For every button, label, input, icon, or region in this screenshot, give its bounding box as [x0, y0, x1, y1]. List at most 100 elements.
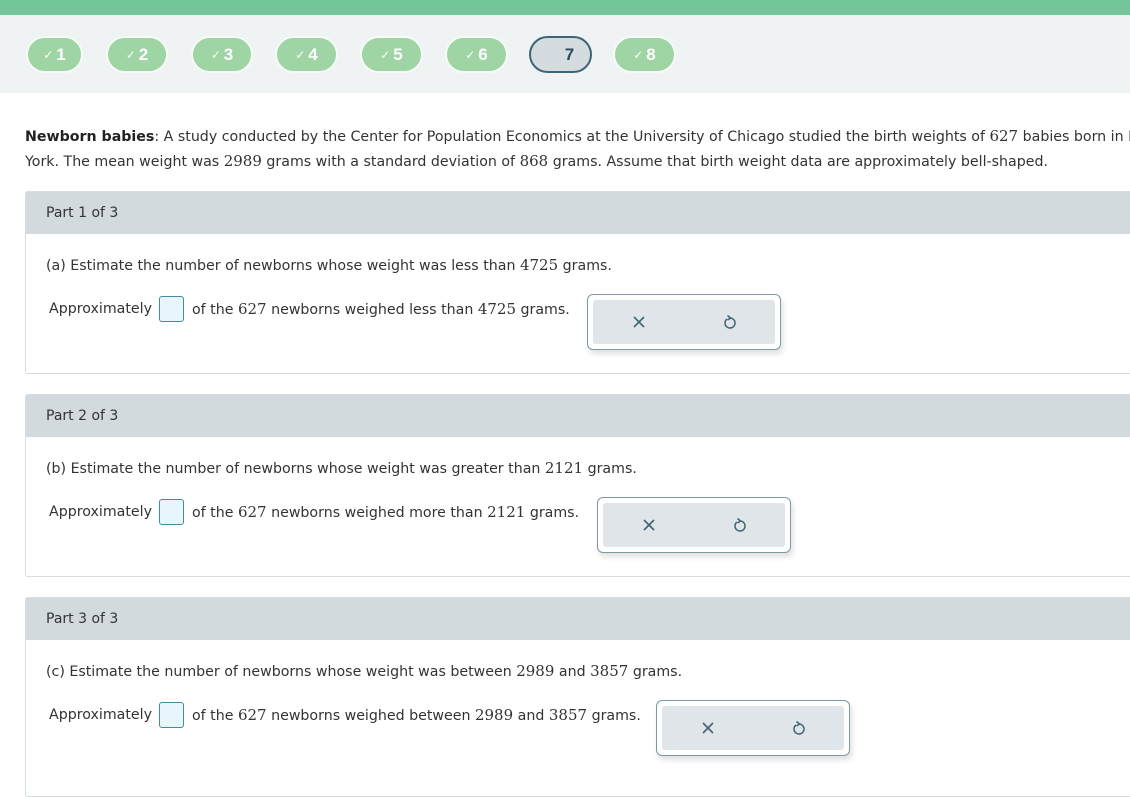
question-fragment: (a) Estimate the number of newborns whos…	[46, 258, 520, 274]
step-label: 5	[393, 44, 403, 64]
check-icon: ✓	[380, 48, 391, 62]
undo-button[interactable]	[720, 510, 760, 540]
question-fragment: (b) Estimate the number of newborns whos…	[46, 461, 545, 477]
answer-tools-inner	[603, 503, 785, 547]
step-8-button[interactable]: ✓ 8	[613, 36, 676, 73]
question-number: 2121	[544, 459, 584, 477]
question-text: (b) Estimate the number of newborns whos…	[46, 459, 637, 477]
step-label: 1	[56, 44, 66, 64]
problem-text: York. The mean weight was	[25, 154, 224, 170]
part-header: Part 1 of 3	[26, 192, 1130, 234]
answer-row: Approximately of the 627 newborns weighe…	[49, 296, 570, 322]
clear-button[interactable]	[629, 510, 669, 540]
close-icon	[701, 722, 714, 734]
problem-statement: Newborn babies: A study conducted by the…	[25, 124, 1130, 174]
part-2-card: Part 2 of 3 (b) Estimate the number of n…	[25, 394, 1130, 577]
answer-number: 627	[237, 300, 267, 318]
answer-fragment: newborns weighed between	[266, 708, 475, 724]
question-text: (c) Estimate the number of newborns whos…	[46, 662, 682, 680]
sample-size: 627	[989, 127, 1019, 145]
problem-line-2: York. The mean weight was 2989 grams wit…	[25, 149, 1130, 174]
question-fragment: grams.	[558, 258, 612, 274]
answer-number: 3857	[548, 706, 588, 724]
step-label: 2	[138, 44, 149, 64]
answer-input[interactable]	[158, 296, 184, 322]
question-fragment: and	[554, 664, 591, 680]
answer-number: 627	[237, 706, 267, 724]
close-icon	[642, 519, 655, 531]
question-number: 4725	[519, 256, 559, 274]
step-label: 7	[564, 44, 575, 64]
answer-fragment: and	[513, 708, 549, 724]
sd-value: 868	[519, 152, 549, 170]
answer-tools-inner	[662, 706, 844, 750]
undo-icon	[733, 517, 746, 532]
answer-input[interactable]	[158, 702, 184, 728]
undo-icon	[723, 314, 736, 329]
answer-input[interactable]	[158, 499, 184, 525]
answer-number: 627	[237, 503, 267, 521]
problem-text: A study conducted by the Center for Popu…	[159, 129, 990, 145]
answer-number: 2989	[474, 706, 514, 724]
answer-fragment: grams.	[525, 505, 580, 521]
question-number: 2989	[516, 662, 555, 680]
step-2-button[interactable]: ✓ 2	[106, 36, 168, 73]
question-fragment: grams.	[628, 664, 683, 680]
clear-button[interactable]	[688, 713, 728, 743]
question-number: 3857	[590, 662, 629, 680]
close-icon	[632, 316, 645, 328]
undo-icon	[792, 720, 805, 735]
problem-text: grams. Assume that birth weight data are…	[548, 154, 1048, 170]
mean-value: 2989	[223, 152, 262, 170]
problem-title: Newborn babies	[25, 129, 155, 145]
step-5-button[interactable]: ✓ 5	[360, 36, 423, 73]
answer-fragment: of the	[191, 302, 238, 318]
step-label: 3	[223, 44, 234, 64]
part-1-card: Part 1 of 3 (a) Estimate the number of n…	[25, 191, 1130, 374]
question-text: (a) Estimate the number of newborns whos…	[46, 256, 612, 274]
step-1-button[interactable]: ✓ 1	[26, 36, 83, 73]
question-fragment: (c) Estimate the number of newborns whos…	[46, 664, 517, 680]
part-header: Part 2 of 3	[26, 395, 1130, 437]
answer-fragment: of the	[191, 708, 238, 724]
check-icon: ✓	[465, 48, 476, 62]
answer-row: Approximately of the 627 newborns weighe…	[49, 702, 641, 728]
check-icon: ✓	[210, 48, 221, 62]
part-3-card: Part 3 of 3 (c) Estimate the number of n…	[25, 597, 1130, 797]
problem-text: grams with a standard deviation of	[261, 154, 520, 170]
answer-tools	[656, 700, 850, 756]
clear-button[interactable]	[619, 307, 659, 337]
answer-fragment: of the	[191, 505, 238, 521]
answer-suffix: of the 627 newborns weighed more than 21…	[192, 503, 579, 521]
top-bar	[0, 0, 1130, 15]
question-fragment: grams.	[583, 461, 637, 477]
answer-fragment: grams.	[587, 708, 641, 724]
check-icon: ✓	[633, 48, 644, 62]
step-label: 8	[646, 44, 656, 64]
answer-fragment: grams.	[516, 302, 570, 318]
problem-text: babies born in New	[1022, 129, 1130, 145]
question-navigator: ✓ 1 ✓ 2 ✓ 3 ✓ 4 ✓ 5 ✓ 6 7 ✓ 8	[0, 15, 1130, 93]
step-label: 6	[478, 44, 488, 64]
undo-button[interactable]	[710, 307, 750, 337]
answer-fragment: newborns weighed more than	[266, 505, 488, 521]
check-icon: ✓	[43, 48, 54, 62]
step-6-button[interactable]: ✓ 6	[445, 36, 508, 73]
answer-prefix: Approximately	[49, 707, 152, 723]
answer-number: 4725	[477, 300, 517, 318]
undo-button[interactable]	[779, 713, 819, 743]
answer-prefix: Approximately	[49, 504, 152, 520]
answer-tools-inner	[593, 300, 775, 344]
step-4-button[interactable]: ✓ 4	[275, 36, 338, 73]
step-7-button[interactable]: 7	[529, 36, 592, 73]
step-3-button[interactable]: ✓ 3	[191, 36, 253, 73]
part-header: Part 3 of 3	[26, 598, 1130, 640]
check-icon: ✓	[295, 48, 306, 62]
answer-prefix: Approximately	[49, 301, 152, 317]
check-icon: ✓	[125, 48, 136, 62]
answer-number: 2121	[487, 503, 526, 521]
answer-fragment: newborns weighed less than	[266, 302, 478, 318]
answer-tools	[597, 497, 791, 553]
answer-row: Approximately of the 627 newborns weighe…	[49, 499, 579, 525]
answer-suffix: of the 627 newborns weighed between 2989…	[192, 706, 641, 724]
